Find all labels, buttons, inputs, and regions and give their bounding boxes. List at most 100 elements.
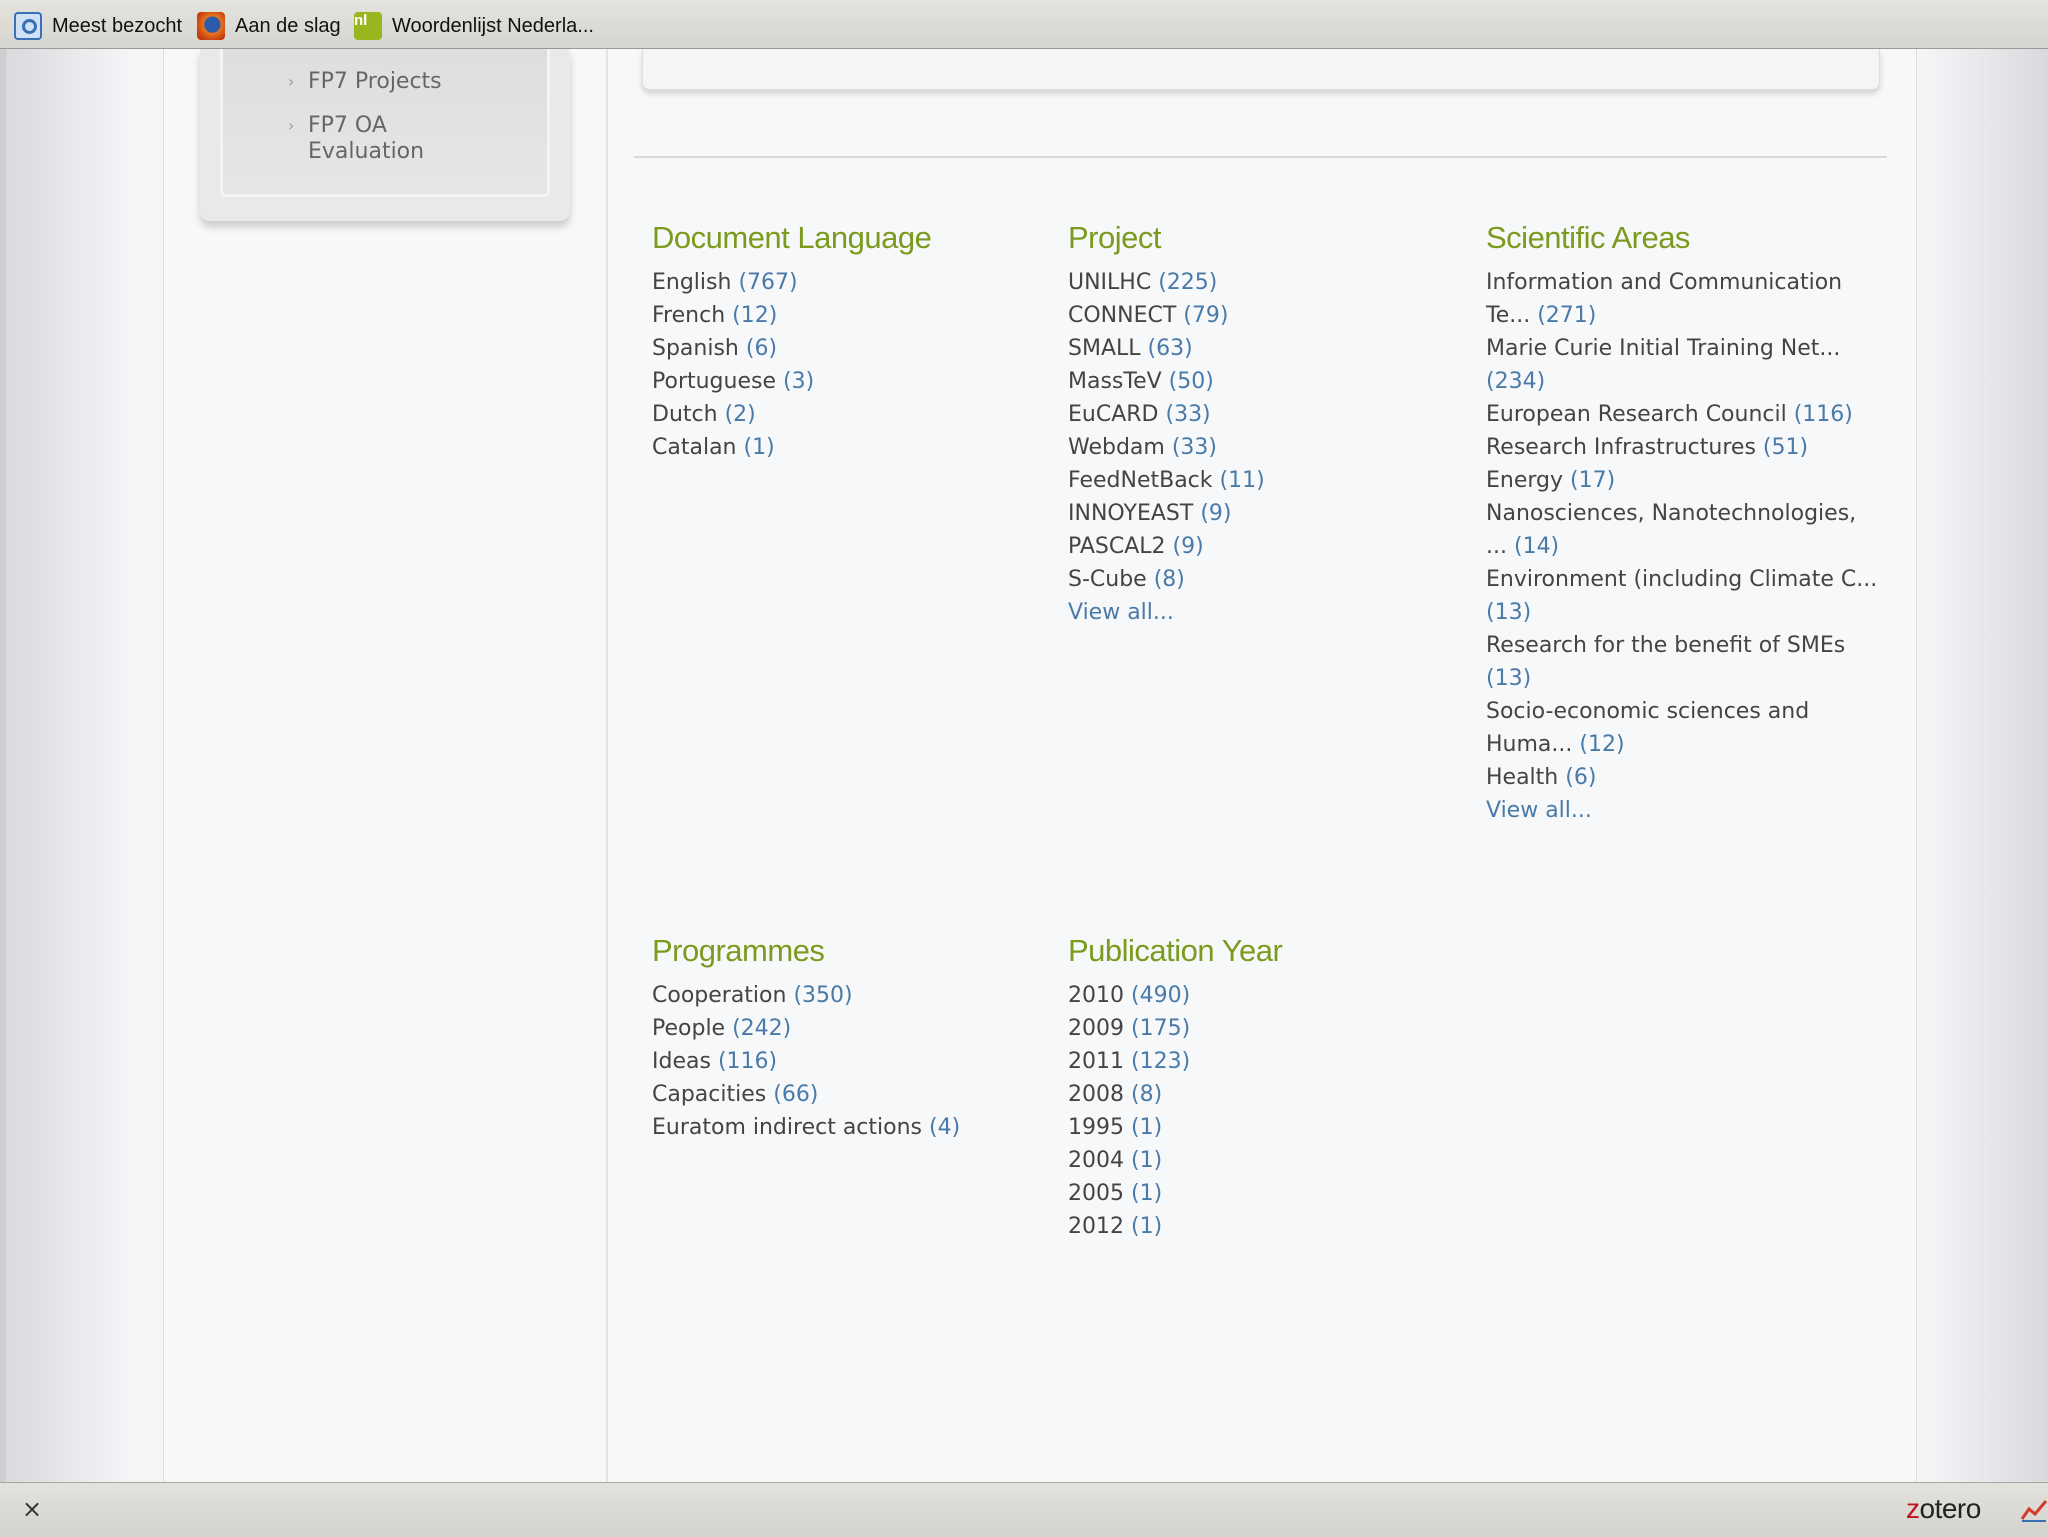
facet-link[interactable]: SMALL (1068, 336, 1141, 361)
sidebar-item-fp7-oa-evaluation[interactable]: › FP7 OA Evaluation (288, 113, 458, 165)
woordenlijst-icon: nl (354, 12, 382, 40)
list-item[interactable]: Energy (17) (1486, 464, 1878, 497)
facet-link[interactable]: Environment (including Climate C... (1486, 567, 1877, 592)
facet-link[interactable]: English (652, 270, 731, 295)
list-item[interactable]: Capacities (66) (652, 1078, 1052, 1111)
list-item[interactable]: Information and Communication Te... (271… (1486, 266, 1878, 332)
facet-link[interactable]: 2009 (1068, 1016, 1124, 1041)
list-item[interactable]: FeedNetBack (11) (1068, 464, 1448, 497)
list-item[interactable]: Marie Curie Initial Training Net... (234… (1486, 332, 1878, 398)
facet-link[interactable]: UNILHC (1068, 270, 1151, 295)
list-item[interactable]: 2010 (490) (1068, 979, 1448, 1012)
facet-link[interactable]: Webdam (1068, 435, 1165, 460)
list-item[interactable]: Health (6) (1486, 761, 1878, 794)
facet-link[interactable]: 2004 (1068, 1148, 1124, 1173)
list-item[interactable]: Cooperation (350) (652, 979, 1052, 1012)
facet-link[interactable]: 2012 (1068, 1214, 1124, 1239)
list-item[interactable]: French (12) (652, 299, 1032, 332)
list-item[interactable]: Catalan (1) (652, 431, 1032, 464)
list-item[interactable]: European Research Council (116) (1486, 398, 1878, 431)
list-item[interactable]: Research Infrastructures (51) (1486, 431, 1878, 464)
facet-link[interactable]: Portuguese (652, 369, 776, 394)
zotero-button[interactable]: zotero (1906, 1493, 1981, 1525)
list-item[interactable]: People (242) (652, 1012, 1052, 1045)
list-item[interactable]: Research for the benefit of SMEs (13) (1486, 629, 1878, 695)
facet-count: (1) (1131, 1148, 1163, 1173)
list-item[interactable]: S-Cube (8) (1068, 563, 1448, 596)
facet-link[interactable]: FeedNetBack (1068, 468, 1213, 493)
list-item[interactable]: 2012 (1) (1068, 1210, 1448, 1243)
list-item[interactable]: INNOYEAST (9) (1068, 497, 1448, 530)
bookmark-aan-de-slag[interactable]: Aan de slag (197, 10, 341, 42)
facet-link[interactable]: 2008 (1068, 1082, 1124, 1107)
facet-link[interactable]: 2011 (1068, 1049, 1124, 1074)
facet-link[interactable]: Marie Curie Initial Training Net... (1486, 336, 1840, 361)
facet-link[interactable]: European Research Council (1486, 402, 1787, 427)
facet-link[interactable]: Dutch (652, 402, 718, 427)
facet-link[interactable]: People (652, 1016, 725, 1041)
bookmark-label: Woordenlijst Nederla... (392, 14, 594, 37)
facet-link[interactable]: Ideas (652, 1049, 711, 1074)
facet-link[interactable]: Spanish (652, 336, 739, 361)
list-item[interactable]: Webdam (33) (1068, 431, 1448, 464)
facet-link[interactable]: INNOYEAST (1068, 501, 1193, 526)
facet-link[interactable]: Health (1486, 765, 1558, 790)
facet-count: (225) (1158, 270, 1218, 295)
facet-count: (1) (743, 435, 775, 460)
view-all-link[interactable]: View all... (1068, 596, 1448, 629)
view-all-link[interactable]: View all... (1486, 794, 1878, 827)
list-item[interactable]: English (767) (652, 266, 1032, 299)
facet-link[interactable]: Catalan (652, 435, 737, 460)
facet-link[interactable]: Energy (1486, 468, 1563, 493)
facet-count: (2) (724, 402, 756, 427)
list-item[interactable]: Euratom indirect actions (4) (652, 1111, 1052, 1144)
facet-count: (1) (1131, 1214, 1163, 1239)
facet-link[interactable]: 1995 (1068, 1115, 1124, 1140)
sidebar-item-fp7-projects[interactable]: › FP7 Projects (288, 69, 538, 95)
facet-link[interactable]: EuCARD (1068, 402, 1158, 427)
list-item[interactable]: Dutch (2) (652, 398, 1032, 431)
facet-link[interactable]: CONNECT (1068, 303, 1176, 328)
facet-link[interactable]: 2010 (1068, 983, 1124, 1008)
facet-link[interactable]: Research Infrastructures (1486, 435, 1756, 460)
list-item[interactable]: 1995 (1) (1068, 1111, 1448, 1144)
facet-title: Programmes (652, 933, 825, 968)
list-item[interactable]: SMALL (63) (1068, 332, 1448, 365)
list-item[interactable]: Spanish (6) (652, 332, 1032, 365)
list-item[interactable]: EuCARD (33) (1068, 398, 1448, 431)
list-item[interactable]: CONNECT (79) (1068, 299, 1448, 332)
close-icon[interactable]: × (22, 1495, 42, 1523)
facet-link[interactable]: Capacities (652, 1082, 766, 1107)
bookmark-meest-bezocht[interactable]: Meest bezocht (14, 10, 182, 42)
facet-count: (13) (1486, 600, 1532, 625)
list-item[interactable]: MassTeV (50) (1068, 365, 1448, 398)
facet-link[interactable]: Euratom indirect actions (652, 1115, 922, 1140)
facet-link[interactable]: S-Cube (1068, 567, 1147, 592)
list-item[interactable]: 2011 (123) (1068, 1045, 1448, 1078)
list-item[interactable]: 2009 (175) (1068, 1012, 1448, 1045)
list-item[interactable]: Portuguese (3) (652, 365, 1032, 398)
list-item[interactable]: 2008 (8) (1068, 1078, 1448, 1111)
list-item[interactable]: PASCAL2 (9) (1068, 530, 1448, 563)
facet-count: (8) (1153, 567, 1185, 592)
facet-link[interactable]: PASCAL2 (1068, 534, 1166, 559)
list-item[interactable]: 2005 (1) (1068, 1177, 1448, 1210)
bookmark-woordenlijst[interactable]: nl Woordenlijst Nederla... (354, 10, 594, 42)
facet-link[interactable]: MassTeV (1068, 369, 1162, 394)
facet-link[interactable]: 2005 (1068, 1181, 1124, 1206)
facet-link[interactable]: French (652, 303, 725, 328)
facet-count: (3) (783, 369, 815, 394)
list-item[interactable]: Ideas (116) (652, 1045, 1052, 1078)
facet-link[interactable]: Cooperation (652, 983, 786, 1008)
chart-icon[interactable] (2020, 1497, 2048, 1523)
list-item[interactable]: Socio-economic sciences and Huma... (12) (1486, 695, 1878, 761)
list-item[interactable]: Nanosciences, Nanotechnologies, ... (14) (1486, 497, 1878, 563)
list-item[interactable]: UNILHC (225) (1068, 266, 1448, 299)
facet-count: (14) (1513, 534, 1560, 559)
facet-count: (51) (1762, 435, 1809, 460)
facet-count: (116) (717, 1049, 778, 1074)
facet-link[interactable]: Research for the benefit of SMEs (1486, 633, 1845, 658)
list-item[interactable]: 2004 (1) (1068, 1144, 1448, 1177)
list-item[interactable]: Environment (including Climate C... (13) (1486, 563, 1878, 629)
facet-link[interactable]: Socio-economic sciences and Huma... (1486, 699, 1809, 757)
